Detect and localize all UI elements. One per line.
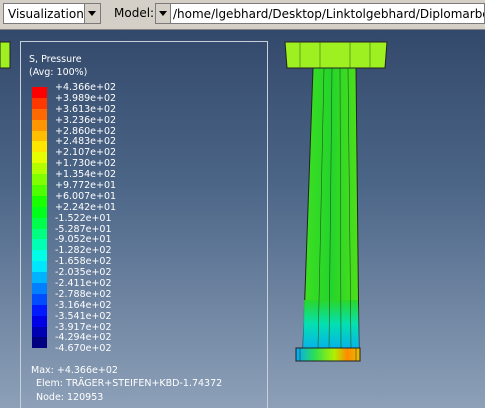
legend-swatch [32, 283, 47, 294]
legend-title: S, Pressure [29, 54, 82, 65]
legend-swatch [32, 261, 47, 273]
toolbar: Visualization Model: /home/lgebhard/Desk… [0, 0, 485, 30]
legend-swatch [32, 239, 47, 251]
max-value-label: Max: +4.366e+02 [31, 365, 118, 376]
legend-swatch [32, 87, 47, 98]
module-select-value: Visualization [8, 7, 84, 21]
legend-frame: S, Pressure (Avg: 100%) +4.366e+02 +3.989… [20, 41, 268, 408]
legend-color-bar [32, 87, 47, 349]
legend-value-label: -1.522e+01 [55, 212, 112, 224]
legend-value-label: +1.354e+02 [55, 169, 117, 181]
max-node-label: Node: 120953 [36, 392, 104, 403]
legend-value-label: -4.670e+02 [55, 343, 112, 355]
legend-value-label: +2.483e+02 [55, 136, 117, 148]
model-dropdown-button[interactable] [156, 4, 171, 23]
legend-value-label: +2.860e+02 [55, 125, 117, 137]
legend-value-label: -4.294e+02 [55, 332, 112, 344]
legend-swatch [32, 195, 47, 207]
legend-value-label: -2.411e+02 [55, 278, 112, 290]
legend-value-label: -3.917e+02 [55, 321, 112, 333]
legend-value-label: +6.007e+01 [55, 190, 117, 202]
legend-swatch [32, 185, 47, 196]
legend-swatch [32, 174, 47, 186]
legend-swatch [32, 119, 47, 131]
legend-swatch [32, 97, 47, 109]
legend-swatch [32, 293, 47, 305]
chevron-down-icon [88, 11, 96, 16]
legend-value-label: +3.613e+02 [55, 103, 117, 115]
legend-value-label: +2.242e+01 [55, 201, 117, 213]
legend-value-label: -3.164e+02 [55, 299, 112, 311]
legend-subtitle: (Avg: 100%) [29, 67, 88, 78]
max-element-label: Elem: TRÄGER+STEIFEN+KBD-1.74372 [36, 378, 223, 389]
legend-swatch [32, 108, 47, 120]
legend-swatch [32, 315, 47, 327]
legend-value-label: -1.658e+02 [55, 256, 112, 268]
legend-value-label: -9.052e+01 [55, 234, 112, 246]
legend-value-label: +4.366e+02 [55, 82, 117, 93]
legend-swatch [32, 326, 47, 338]
module-dropdown-button[interactable] [84, 4, 100, 23]
legend-swatch [32, 337, 47, 349]
legend-value-label: +3.236e+02 [55, 114, 117, 126]
legend-value-label: +1.730e+02 [55, 158, 117, 170]
chevron-down-icon [159, 11, 167, 16]
legend-swatch [32, 217, 47, 229]
legend-value-label: +9.772e+01 [55, 180, 117, 192]
legend-value-label: -2.788e+02 [55, 288, 112, 300]
legend-swatch [32, 206, 47, 218]
legend-value-label: -3.541e+02 [55, 310, 112, 322]
legend-swatch [32, 141, 47, 153]
legend-swatch [32, 272, 47, 284]
base-plate [295, 347, 361, 362]
legend-value-label: +3.989e+02 [55, 92, 117, 104]
legend-labels: +4.366e+02 +3.989e+02 +3.613e+02 +3.236e+02… [55, 82, 116, 354]
module-select[interactable]: Visualization [3, 3, 101, 24]
left-partial-element [0, 41, 11, 69]
legend-value-label: -2.035e+02 [55, 267, 112, 279]
model-select[interactable]: /home/lgebhard/Desktop/Linktolgebhard/Di… [155, 3, 485, 24]
legend-swatch [32, 130, 47, 142]
model-label: Model: [114, 6, 155, 20]
legend-swatch [32, 228, 47, 240]
legend-value-label: +2.107e+02 [55, 147, 117, 159]
legend-value-label: -5.287e+01 [55, 223, 112, 235]
legend-swatch [32, 163, 47, 175]
legend-swatch [32, 152, 47, 164]
viewport[interactable]: S, Pressure (Avg: 100%) +4.366e+02 +3.989… [0, 30, 485, 408]
legend-value-label: -1.282e+02 [55, 245, 112, 257]
legend-swatch [32, 250, 47, 262]
model-path-value: /home/lgebhard/Desktop/Linktolgebhard/Di… [173, 7, 485, 21]
legend-swatch [32, 304, 47, 316]
